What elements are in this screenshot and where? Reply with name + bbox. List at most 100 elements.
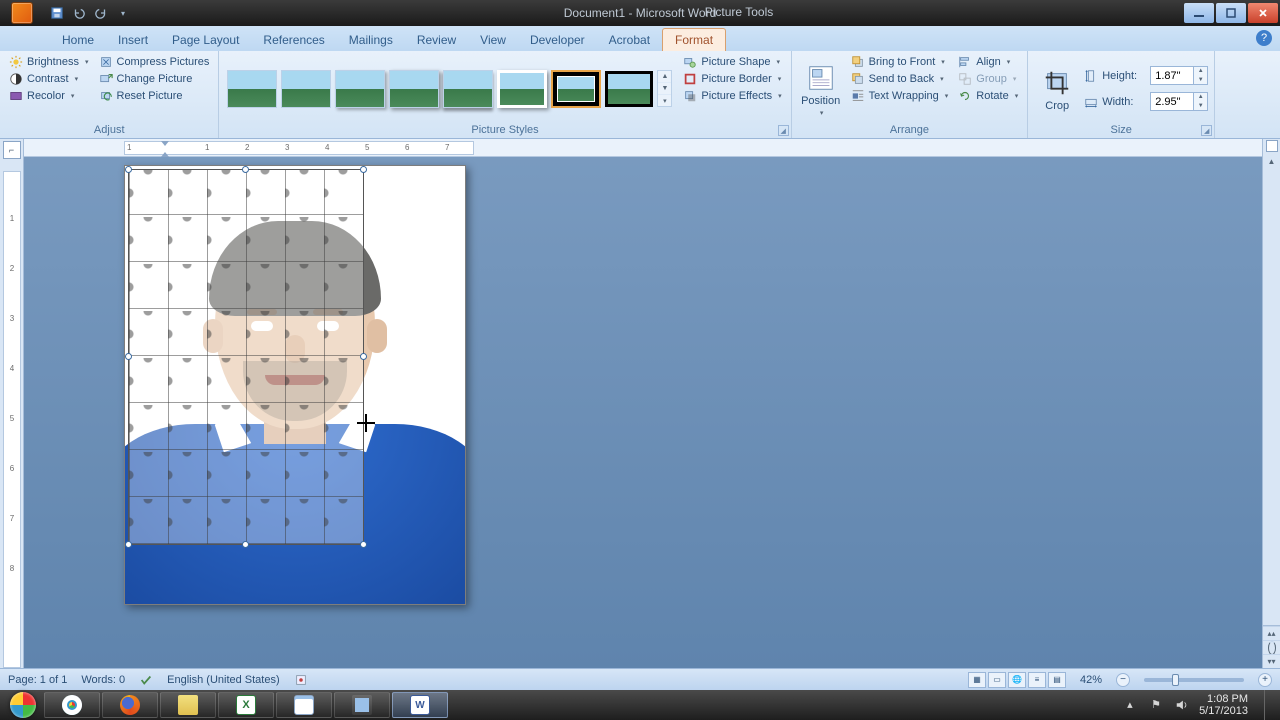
tab-mailings[interactable]: Mailings <box>337 29 405 51</box>
indent-marker[interactable] <box>161 141 170 157</box>
bring-to-front-button[interactable]: Bring to Front <box>848 54 952 70</box>
tab-references[interactable]: References <box>251 29 336 51</box>
width-up-icon[interactable]: ▲ <box>1194 93 1207 102</box>
tab-selector[interactable]: ⌐ <box>3 141 21 159</box>
tab-home[interactable]: Home <box>50 29 106 51</box>
inserted-picture[interactable] <box>125 166 465 604</box>
style-thumb-3[interactable] <box>335 70 385 108</box>
picture-styles-gallery[interactable]: ▲ ▼ ▾ <box>225 54 676 123</box>
height-spinner[interactable]: ▲▼ <box>1150 66 1208 85</box>
height-input[interactable] <box>1151 67 1193 84</box>
picture-shape-button[interactable]: Picture Shape <box>680 54 784 70</box>
tray-show-hidden-icon[interactable]: ▴ <box>1127 698 1141 712</box>
view-draft[interactable]: ▤ <box>1048 672 1066 688</box>
style-thumb-5[interactable] <box>443 70 493 108</box>
width-input[interactable] <box>1151 93 1193 110</box>
gallery-more-icon[interactable]: ▾ <box>658 95 671 106</box>
recolor-button[interactable]: Recolor <box>6 88 92 104</box>
width-down-icon[interactable]: ▼ <box>1194 102 1207 111</box>
crop-cursor-icon <box>357 414 375 432</box>
compress-pictures-button[interactable]: Compress Pictures <box>96 54 213 70</box>
reset-picture-button[interactable]: Reset Picture <box>96 88 213 104</box>
tab-insert[interactable]: Insert <box>106 29 160 51</box>
status-words[interactable]: Words: 0 <box>81 674 125 686</box>
view-print-layout[interactable]: ▦ <box>968 672 986 688</box>
qat-customize-icon[interactable]: ▾ <box>116 6 130 20</box>
send-to-back-button[interactable]: Send to Back <box>848 71 952 87</box>
style-thumb-8[interactable] <box>605 71 653 107</box>
group-button[interactable]: Group <box>955 71 1021 87</box>
office-button[interactable] <box>0 0 44 26</box>
browse-object-icon[interactable] <box>1263 640 1280 654</box>
crop-button[interactable]: Crop <box>1034 54 1080 123</box>
tray-clock[interactable]: 1:08 PM 5/17/2013 <box>1199 693 1248 717</box>
align-button[interactable]: Align <box>955 54 1021 70</box>
macro-record-icon[interactable] <box>294 673 308 687</box>
width-spinner[interactable]: ▲▼ <box>1150 92 1208 111</box>
tray-volume-icon[interactable] <box>1175 698 1189 712</box>
vertical-ruler[interactable]: 12 34 56 78 <box>3 171 21 668</box>
taskbar-media[interactable] <box>334 692 390 718</box>
taskbar-explorer[interactable] <box>160 692 216 718</box>
taskbar-excel[interactable]: X <box>218 692 274 718</box>
status-page[interactable]: Page: 1 of 1 <box>8 674 67 686</box>
rotate-button[interactable]: Rotate <box>955 88 1021 104</box>
start-button[interactable] <box>4 690 42 720</box>
height-down-icon[interactable]: ▼ <box>1194 76 1207 85</box>
ruler-toggle[interactable] <box>1266 140 1278 152</box>
style-thumb-2[interactable] <box>281 70 331 108</box>
document-page[interactable] <box>124 165 466 605</box>
styles-launcher[interactable]: ◢ <box>778 125 789 136</box>
tab-review[interactable]: Review <box>405 29 468 51</box>
zoom-in-button[interactable]: + <box>1258 673 1272 687</box>
brightness-button[interactable]: Brightness <box>6 54 92 70</box>
redo-icon[interactable] <box>94 6 108 20</box>
text-wrapping-button[interactable]: Text Wrapping <box>848 88 952 104</box>
picture-effects-button[interactable]: Picture Effects <box>680 88 784 104</box>
tab-developer[interactable]: Developer <box>518 29 597 51</box>
taskbar-notepad[interactable] <box>276 692 332 718</box>
maximize-button[interactable] <box>1216 3 1246 23</box>
view-outline[interactable]: ≡ <box>1028 672 1046 688</box>
status-language[interactable]: English (United States) <box>167 674 280 686</box>
taskbar-chrome[interactable] <box>44 692 100 718</box>
size-launcher[interactable]: ◢ <box>1201 125 1212 136</box>
style-thumb-1[interactable] <box>227 70 277 108</box>
tab-page-layout[interactable]: Page Layout <box>160 29 251 51</box>
scroll-up-icon[interactable]: ▲ <box>1263 153 1280 169</box>
close-button[interactable] <box>1248 3 1278 23</box>
show-desktop-button[interactable] <box>1264 690 1274 720</box>
height-up-icon[interactable]: ▲ <box>1194 67 1207 76</box>
style-thumb-4[interactable] <box>389 70 439 108</box>
zoom-out-button[interactable]: − <box>1116 673 1130 687</box>
proofing-icon[interactable] <box>139 673 153 687</box>
tab-acrobat[interactable]: Acrobat <box>597 29 662 51</box>
save-icon[interactable] <box>50 6 64 20</box>
help-icon[interactable]: ? <box>1256 30 1272 46</box>
picture-border-button[interactable]: Picture Border <box>680 71 784 87</box>
undo-icon[interactable] <box>72 6 86 20</box>
taskbar-word[interactable]: W <box>392 692 448 718</box>
next-page-icon[interactable]: ▾▾ <box>1263 654 1280 668</box>
tray-action-center-icon[interactable]: ⚑ <box>1151 698 1165 712</box>
gallery-up-icon[interactable]: ▲ <box>658 71 671 82</box>
styles-gallery-scroll[interactable]: ▲ ▼ ▾ <box>657 70 672 107</box>
zoom-level[interactable]: 42% <box>1080 674 1102 686</box>
change-picture-button[interactable]: Change Picture <box>96 71 213 87</box>
horizontal-ruler[interactable]: 1 1 2 3 4 5 6 7 <box>24 139 1262 157</box>
style-thumb-6[interactable] <box>497 70 547 108</box>
view-web-layout[interactable]: 🌐 <box>1008 672 1026 688</box>
gallery-down-icon[interactable]: ▼ <box>658 83 671 94</box>
contrast-button[interactable]: Contrast <box>6 71 92 87</box>
tab-format[interactable]: Format <box>662 28 726 51</box>
prev-page-icon[interactable]: ▴▴ <box>1263 626 1280 640</box>
zoom-slider[interactable] <box>1144 678 1244 682</box>
position-button[interactable]: Position <box>798 54 844 123</box>
tab-view[interactable]: View <box>468 29 518 51</box>
minimize-button[interactable] <box>1184 3 1214 23</box>
vertical-scrollbar[interactable]: ▲ ▴▴ ▾▾ <box>1262 139 1280 668</box>
view-full-screen[interactable]: ▭ <box>988 672 1006 688</box>
puzzle-overlay-selection[interactable] <box>128 169 364 545</box>
taskbar-firefox[interactable] <box>102 692 158 718</box>
style-thumb-7[interactable] <box>551 70 601 108</box>
